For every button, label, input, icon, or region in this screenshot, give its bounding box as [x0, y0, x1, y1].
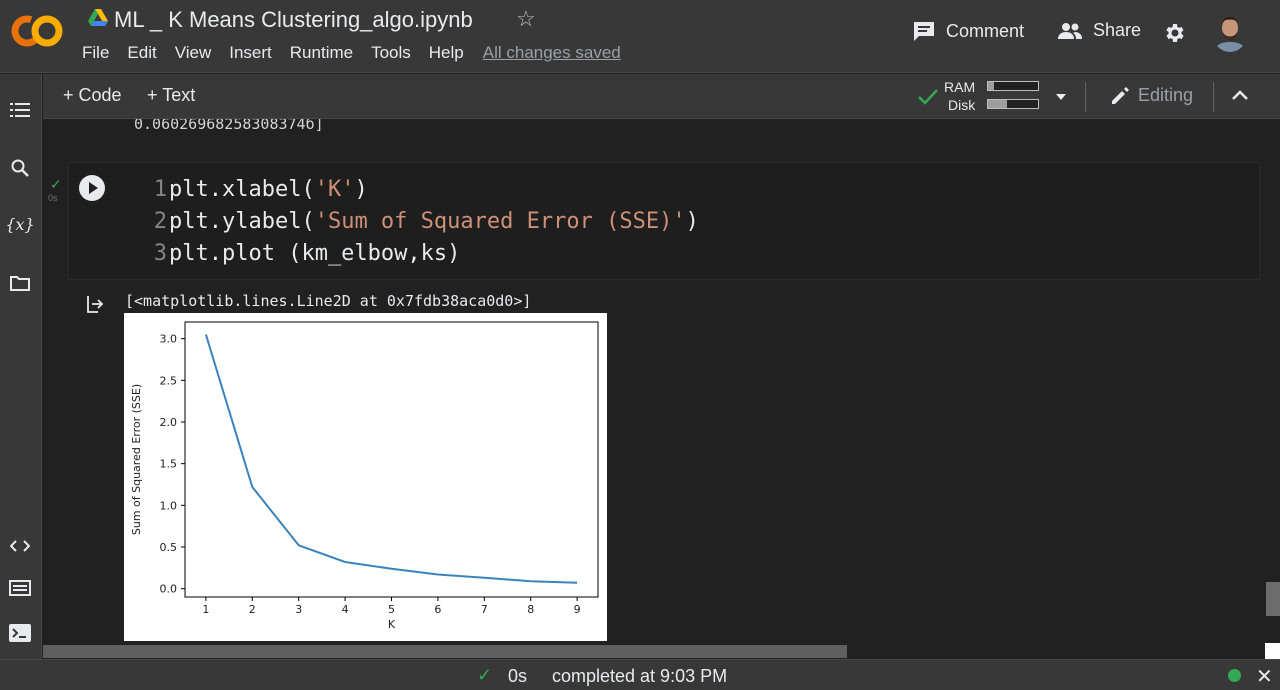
pencil-icon	[1112, 86, 1129, 104]
execution-check-icon: ✓	[50, 176, 62, 192]
chevron-up-icon[interactable]	[1231, 89, 1249, 101]
cell-output-text: [<matplotlib.lines.Line2D at 0x7fdb38aca…	[125, 292, 532, 310]
plot-output: 1 2 3 4 5 6 7 8 9 0.0 0.5 1.0 1.5 2.0 2.5 3.0 K Sum of Sq…	[124, 313, 607, 641]
status-duration: 0s	[508, 666, 528, 686]
editing-label: Editing	[1138, 85, 1194, 105]
status-bar: ✓ 0s completed at 9:03 PM ✕	[0, 659, 1280, 690]
line-number: 2	[153, 209, 167, 234]
code-text: plt.xlabel(	[169, 177, 315, 202]
x-tick-label: 9	[574, 603, 581, 616]
table-of-contents-icon[interactable]	[8, 98, 32, 122]
code-line: 1plt.xlabel('K')	[143, 174, 699, 206]
code-snippets-icon[interactable]	[8, 534, 32, 558]
execution-time: 0s	[48, 193, 58, 203]
menu-view[interactable]: View	[175, 43, 212, 63]
header-bar: ML _ K Means Clustering_algo.ipynb ☆ Fil…	[0, 0, 1280, 73]
x-tick-label: 4	[342, 603, 349, 616]
vertical-scrollbar[interactable]	[1266, 582, 1280, 616]
menu-tools[interactable]: Tools	[371, 43, 411, 63]
google-drive-icon[interactable]	[88, 9, 108, 27]
menu-runtime[interactable]: Runtime	[290, 43, 353, 63]
code-string: 'Sum of Squared Error (SSE)'	[314, 209, 686, 234]
chevron-down-icon[interactable]	[1055, 93, 1067, 101]
x-tick-label: 3	[295, 603, 302, 616]
code-string: 'K'	[314, 177, 355, 202]
y-tick-label: 1.5	[160, 458, 178, 471]
y-tick-label: 3.0	[160, 333, 178, 346]
notebook-main[interactable]: 0.06026968258308374б] ✓ 0s 1plt.xlabel('…	[43, 119, 1280, 659]
x-axis-label: K	[388, 618, 396, 631]
share-button[interactable]: Share	[1057, 20, 1141, 41]
code-text: )	[354, 177, 368, 202]
code-text: )	[685, 209, 699, 234]
folder-icon[interactable]	[8, 271, 32, 295]
ram-usage-bar[interactable]	[987, 81, 1039, 91]
y-axis-label: Sum of Squared Error (SSE)	[130, 384, 143, 535]
code-text: plt.ylabel(	[169, 209, 315, 234]
code-line: 3plt.plot (km_elbow,ks)	[143, 238, 699, 270]
run-cell-button[interactable]	[79, 175, 105, 201]
scroll-corner	[1265, 643, 1280, 659]
menu-help[interactable]: Help	[429, 43, 464, 63]
share-label: Share	[1093, 20, 1142, 40]
connection-status-dot	[1228, 669, 1241, 682]
colab-logo-icon[interactable]	[10, 14, 64, 48]
gear-icon[interactable]	[1163, 21, 1187, 45]
connected-check-icon	[918, 89, 938, 105]
search-icon[interactable]	[8, 156, 32, 180]
comment-icon	[914, 22, 934, 41]
horizontal-scrollbar[interactable]	[43, 645, 847, 658]
elbow-line-chart: 1 2 3 4 5 6 7 8 9 0.0 0.5 1.0 1.5 2.0 2.5 3.0 K Sum of Sq…	[130, 321, 599, 631]
y-tick-label: 1.0	[160, 499, 178, 512]
status-check-icon: ✓	[477, 665, 493, 685]
editing-mode-button[interactable]: Editing	[1110, 85, 1193, 106]
line-number: 1	[153, 177, 167, 202]
terminal-icon[interactable]	[8, 621, 32, 645]
output-menu-icon[interactable]	[85, 294, 105, 314]
x-tick-label: 6	[434, 603, 441, 616]
code-text: plt.plot (km_elbow,ks)	[169, 241, 461, 266]
add-text-button[interactable]: + Text	[147, 85, 195, 106]
add-code-button[interactable]: + Code	[63, 85, 122, 106]
menu-insert[interactable]: Insert	[229, 43, 272, 63]
variables-icon[interactable]: {𝑥}	[5, 212, 34, 236]
disk-usage-fill	[988, 100, 1007, 108]
left-sidebar: {𝑥}	[0, 74, 42, 659]
disk-usage-bar[interactable]	[987, 99, 1039, 109]
menu-file[interactable]: File	[82, 43, 109, 63]
notebook-toolbar: + Code + Text RAM Disk Editing	[43, 74, 1280, 119]
ram-label: RAM	[944, 79, 976, 95]
x-tick-label: 2	[249, 603, 256, 616]
user-avatar[interactable]	[1212, 12, 1248, 52]
x-tick-label: 7	[481, 603, 488, 616]
ram-usage-fill	[988, 82, 994, 90]
people-icon	[1058, 22, 1082, 39]
y-tick-label: 0.0	[160, 583, 178, 596]
menu-bar: File Edit View Insert Runtime Tools Help…	[82, 43, 639, 63]
close-icon[interactable]: ✕	[1256, 664, 1273, 689]
series-line	[204, 334, 578, 584]
disk-label: Disk	[948, 97, 976, 113]
code-line: 2plt.ylabel('Sum of Squared Error (SSE)'…	[143, 206, 699, 238]
line-number: 3	[153, 241, 167, 266]
y-tick-label: 2.0	[160, 416, 178, 429]
save-status-link[interactable]: All changes saved	[483, 43, 621, 63]
y-tick-label: 2.5	[160, 374, 178, 387]
code-editor[interactable]: 1plt.xlabel('K') 2plt.ylabel('Sum of Squ…	[143, 174, 699, 270]
comment-button[interactable]: Comment	[912, 20, 1024, 42]
toolbar-divider	[1085, 82, 1086, 112]
notebook-title[interactable]: ML _ K Means Clustering_algo.ipynb	[114, 7, 473, 33]
x-tick-label: 8	[527, 603, 534, 616]
comment-label: Comment	[946, 20, 1025, 41]
plot-frame	[184, 321, 599, 598]
y-tick-label: 0.5	[160, 541, 178, 554]
command-palette-icon[interactable]	[8, 576, 32, 600]
x-tick-label: 1	[202, 603, 209, 616]
menu-edit[interactable]: Edit	[127, 43, 156, 63]
star-icon[interactable]: ☆	[516, 6, 536, 32]
x-tick-label: 5	[388, 603, 395, 616]
toolbar-divider-2	[1213, 82, 1214, 112]
previous-cell-output: 0.06026968258308374б]	[134, 119, 324, 133]
status-completed-text: completed at 9:03 PM	[552, 666, 728, 686]
